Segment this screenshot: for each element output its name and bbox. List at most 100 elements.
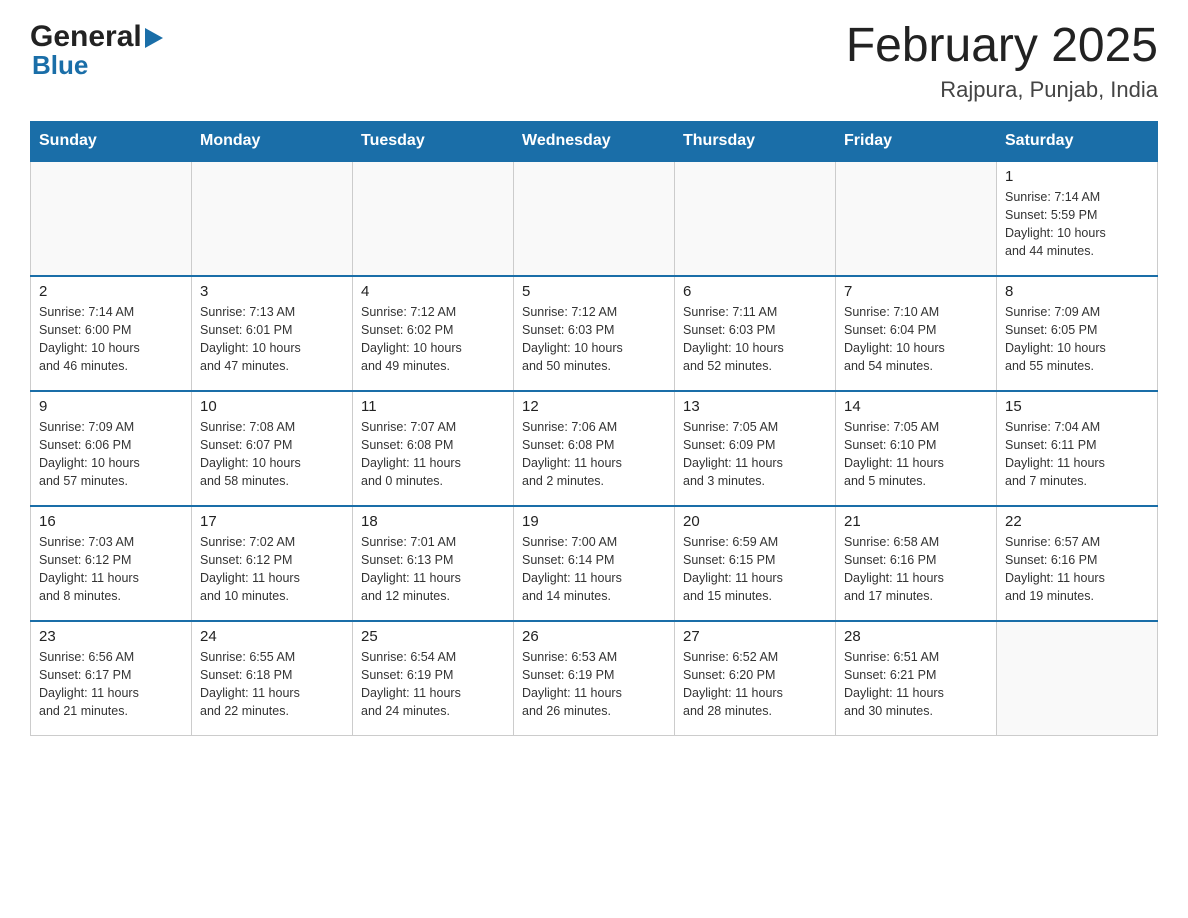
calendar-cell: 18 Sunrise: 7:01 AMSunset: 6:13 PMDayligh…: [353, 506, 514, 621]
day-info: Sunrise: 7:09 AMSunset: 6:05 PMDaylight:…: [1005, 303, 1149, 376]
day-number: 4: [361, 283, 505, 300]
calendar-cell: [192, 161, 353, 276]
calendar-cell: 25 Sunrise: 6:54 AMSunset: 6:19 PMDayligh…: [353, 621, 514, 736]
calendar-week-row: 23 Sunrise: 6:56 AMSunset: 6:17 PMDayligh…: [31, 621, 1158, 736]
day-info: Sunrise: 7:00 AMSunset: 6:14 PMDaylight:…: [522, 533, 666, 606]
calendar-cell: 10Sunrise: 7:08 AMSunset: 6:07 PMDayligh…: [192, 391, 353, 506]
logo-line1: General: [30, 20, 163, 54]
day-number: 17: [200, 513, 344, 530]
day-info: Sunrise: 6:57 AMSunset: 6:16 PMDaylight:…: [1005, 533, 1149, 606]
day-number: 12: [522, 398, 666, 415]
calendar-cell: [31, 161, 192, 276]
day-number: 27: [683, 628, 827, 645]
calendar-cell: [836, 161, 997, 276]
calendar-cell: 16Sunrise: 7:03 AMSunset: 6:12 PMDayligh…: [31, 506, 192, 621]
day-info: Sunrise: 6:55 AMSunset: 6:18 PMDaylight:…: [200, 648, 344, 721]
logo-general-text: General: [30, 20, 142, 54]
month-year-title: February 2025: [846, 20, 1158, 73]
calendar-cell: [675, 161, 836, 276]
calendar-cell: 24 Sunrise: 6:55 AMSunset: 6:18 PMDayligh…: [192, 621, 353, 736]
calendar-cell: 12 Sunrise: 7:06 AMSunset: 6:08 PMDayligh…: [514, 391, 675, 506]
calendar-header-row: SundayMondayTuesdayWednesdayThursdayFrid…: [31, 121, 1158, 161]
calendar-cell: 7 Sunrise: 7:10 AMSunset: 6:04 PMDaylight…: [836, 276, 997, 391]
day-number: 18: [361, 513, 505, 530]
day-info: Sunrise: 6:59 AMSunset: 6:15 PMDaylight:…: [683, 533, 827, 606]
day-info: Sunrise: 7:02 AMSunset: 6:12 PMDaylight:…: [200, 533, 344, 606]
day-info: Sunrise: 7:09 AMSunset: 6:06 PMDaylight:…: [39, 418, 183, 491]
logo: General Blue: [30, 20, 163, 81]
calendar-day-header: Wednesday: [514, 121, 675, 161]
calendar-cell: 23 Sunrise: 6:56 AMSunset: 6:17 PMDayligh…: [31, 621, 192, 736]
day-info: Sunrise: 6:51 AMSunset: 6:21 PMDaylight:…: [844, 648, 988, 721]
page-header: General Blue February 2025 Rajpura, Punj…: [30, 20, 1158, 103]
day-number: 22: [1005, 513, 1149, 530]
calendar-cell: 4 Sunrise: 7:12 AMSunset: 6:02 PMDaylight…: [353, 276, 514, 391]
day-info: Sunrise: 7:14 AMSunset: 5:59 PMDaylight:…: [1005, 188, 1149, 261]
day-info: Sunrise: 6:54 AMSunset: 6:19 PMDaylight:…: [361, 648, 505, 721]
day-info: Sunrise: 6:56 AMSunset: 6:17 PMDaylight:…: [39, 648, 183, 721]
day-number: 21: [844, 513, 988, 530]
day-number: 23: [39, 628, 183, 645]
day-number: 8: [1005, 283, 1149, 300]
day-number: 19: [522, 513, 666, 530]
day-info: Sunrise: 7:13 AMSunset: 6:01 PMDaylight:…: [200, 303, 344, 376]
title-block: February 2025 Rajpura, Punjab, India: [846, 20, 1158, 103]
calendar-cell: 2Sunrise: 7:14 AMSunset: 6:00 PMDaylight…: [31, 276, 192, 391]
calendar-cell: 1 Sunrise: 7:14 AMSunset: 5:59 PMDaylight…: [997, 161, 1158, 276]
calendar-week-row: 1 Sunrise: 7:14 AMSunset: 5:59 PMDaylight…: [31, 161, 1158, 276]
day-number: 1: [1005, 168, 1149, 185]
day-number: 24: [200, 628, 344, 645]
calendar-cell: [514, 161, 675, 276]
day-number: 20: [683, 513, 827, 530]
day-info: Sunrise: 7:05 AMSunset: 6:10 PMDaylight:…: [844, 418, 988, 491]
logo-blue-text: Blue: [32, 50, 163, 81]
day-info: Sunrise: 7:11 AMSunset: 6:03 PMDaylight:…: [683, 303, 827, 376]
day-info: Sunrise: 7:06 AMSunset: 6:08 PMDaylight:…: [522, 418, 666, 491]
location-text: Rajpura, Punjab, India: [846, 77, 1158, 103]
calendar-cell: 26 Sunrise: 6:53 AMSunset: 6:19 PMDayligh…: [514, 621, 675, 736]
calendar-day-header: Saturday: [997, 121, 1158, 161]
day-number: 11: [361, 398, 505, 415]
day-info: Sunrise: 7:07 AMSunset: 6:08 PMDaylight:…: [361, 418, 505, 491]
calendar-day-header: Thursday: [675, 121, 836, 161]
day-info: Sunrise: 7:01 AMSunset: 6:13 PMDaylight:…: [361, 533, 505, 606]
day-info: Sunrise: 7:12 AMSunset: 6:02 PMDaylight:…: [361, 303, 505, 376]
calendar-table: SundayMondayTuesdayWednesdayThursdayFrid…: [30, 121, 1158, 737]
calendar-cell: 20 Sunrise: 6:59 AMSunset: 6:15 PMDayligh…: [675, 506, 836, 621]
calendar-cell: 28Sunrise: 6:51 AMSunset: 6:21 PMDayligh…: [836, 621, 997, 736]
calendar-cell: 8 Sunrise: 7:09 AMSunset: 6:05 PMDaylight…: [997, 276, 1158, 391]
day-info: Sunrise: 7:03 AMSunset: 6:12 PMDaylight:…: [39, 533, 183, 606]
calendar-cell: 22 Sunrise: 6:57 AMSunset: 6:16 PMDayligh…: [997, 506, 1158, 621]
calendar-day-header: Sunday: [31, 121, 192, 161]
day-number: 3: [200, 283, 344, 300]
day-number: 5: [522, 283, 666, 300]
calendar-day-header: Friday: [836, 121, 997, 161]
day-number: 6: [683, 283, 827, 300]
day-number: 7: [844, 283, 988, 300]
calendar-cell: 5Sunrise: 7:12 AMSunset: 6:03 PMDaylight…: [514, 276, 675, 391]
day-number: 26: [522, 628, 666, 645]
calendar-cell: 19 Sunrise: 7:00 AMSunset: 6:14 PMDayligh…: [514, 506, 675, 621]
calendar-cell: 3 Sunrise: 7:13 AMSunset: 6:01 PMDaylight…: [192, 276, 353, 391]
day-info: Sunrise: 7:08 AMSunset: 6:07 PMDaylight:…: [200, 418, 344, 491]
calendar-cell: 21 Sunrise: 6:58 AMSunset: 6:16 PMDayligh…: [836, 506, 997, 621]
logo-arrow-icon: [145, 28, 163, 48]
calendar-cell: 27Sunrise: 6:52 AMSunset: 6:20 PMDayligh…: [675, 621, 836, 736]
calendar-cell: 14 Sunrise: 7:05 AMSunset: 6:10 PMDayligh…: [836, 391, 997, 506]
calendar-cell: [353, 161, 514, 276]
calendar-day-header: Tuesday: [353, 121, 514, 161]
calendar-cell: 9 Sunrise: 7:09 AMSunset: 6:06 PMDaylight…: [31, 391, 192, 506]
calendar-cell: 17 Sunrise: 7:02 AMSunset: 6:12 PMDayligh…: [192, 506, 353, 621]
day-number: 14: [844, 398, 988, 415]
day-number: 15: [1005, 398, 1149, 415]
day-info: Sunrise: 7:14 AMSunset: 6:00 PMDaylight:…: [39, 303, 183, 376]
day-info: Sunrise: 6:53 AMSunset: 6:19 PMDaylight:…: [522, 648, 666, 721]
day-info: Sunrise: 7:10 AMSunset: 6:04 PMDaylight:…: [844, 303, 988, 376]
day-info: Sunrise: 6:58 AMSunset: 6:16 PMDaylight:…: [844, 533, 988, 606]
calendar-cell: 13Sunrise: 7:05 AMSunset: 6:09 PMDayligh…: [675, 391, 836, 506]
day-number: 25: [361, 628, 505, 645]
day-number: 9: [39, 398, 183, 415]
calendar-week-row: 16Sunrise: 7:03 AMSunset: 6:12 PMDayligh…: [31, 506, 1158, 621]
calendar-cell: 6 Sunrise: 7:11 AMSunset: 6:03 PMDaylight…: [675, 276, 836, 391]
calendar-week-row: 9 Sunrise: 7:09 AMSunset: 6:06 PMDaylight…: [31, 391, 1158, 506]
